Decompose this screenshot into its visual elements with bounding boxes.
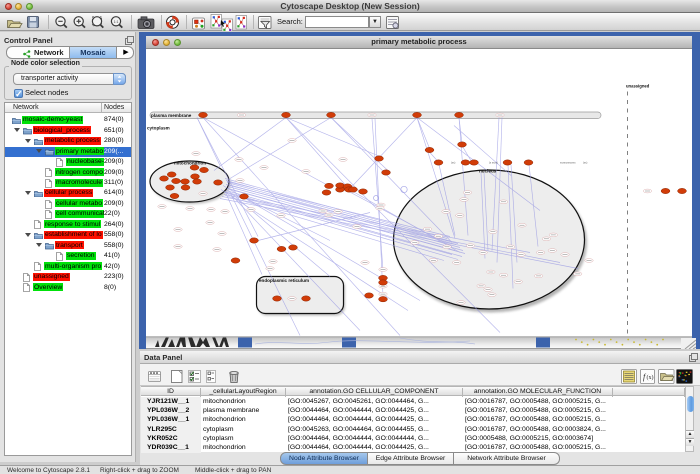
svg-text:nucleus: nucleus <box>479 168 497 173</box>
svg-text:endoplasmic reticulum: endoplasmic reticulum <box>259 278 309 283</box>
svg-text:(xx): (xx) <box>583 160 587 164</box>
svg-text:unassigned: unassigned <box>626 83 650 88</box>
svg-text:cytoplasm: cytoplasm <box>147 125 170 130</box>
svg-text:xxxxxxxxxxxx: xxxxxxxxxxxx <box>560 161 576 164</box>
svg-text:mitochondrion: mitochondrion <box>174 160 206 165</box>
svg-text:plasma membrane: plasma membrane <box>151 113 192 118</box>
svg-text:(x): (x) <box>647 374 654 381</box>
svg-text:(x xxxx): (x xxxx) <box>489 160 498 164</box>
svg-text:(xx): (xx) <box>451 160 455 164</box>
svg-text:1:1: 1:1 <box>114 20 119 24</box>
